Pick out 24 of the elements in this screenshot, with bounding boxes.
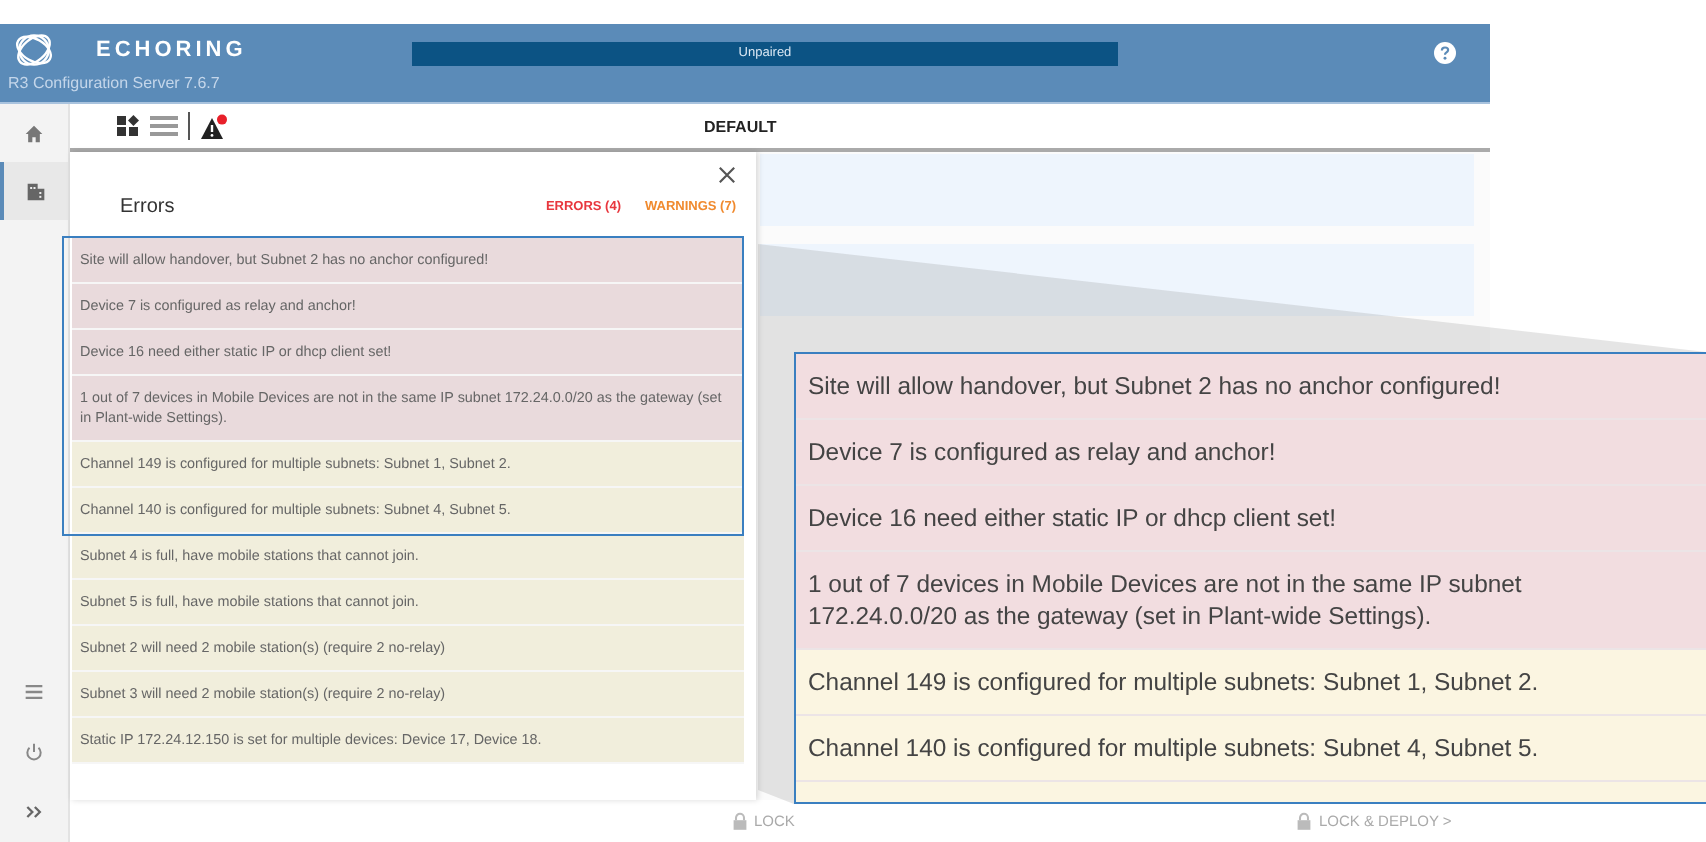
brand-name: ECHORING	[96, 38, 247, 62]
warning-icon[interactable]	[200, 113, 228, 139]
logo-icon	[12, 28, 56, 72]
sidebar-item[interactable]	[0, 162, 68, 220]
list-icon[interactable]	[150, 114, 178, 138]
error-message: Device 16 need either static IP or dhcp client set!	[796, 486, 1706, 552]
help-icon[interactable]	[1434, 42, 1456, 64]
chevrons-right-icon	[24, 802, 44, 822]
lock-icon	[1296, 812, 1313, 830]
building-icon	[26, 181, 46, 201]
home-icon	[24, 123, 44, 143]
warning-message: Channel 149 is configured for multiple subnets: Subnet 1, Subnet 2.	[796, 650, 1706, 716]
panel-title: Errors	[120, 195, 177, 217]
view-title: DEFAULT	[704, 117, 777, 135]
error-message: Site will allow handover, but Subnet 2 has no anchor configured!	[796, 354, 1706, 420]
menu-icon	[24, 682, 44, 702]
app-version: R3 Configuration Server 7.6.7	[8, 74, 222, 92]
lock-icon	[732, 812, 748, 830]
close-icon[interactable]	[718, 166, 736, 184]
grid-icon[interactable]	[116, 114, 140, 138]
error-message: Device 7 is configured as relay and anchor!	[796, 420, 1706, 486]
error-message: 1 out of 7 devices in Mobile Devices are not in the same IP subnet 172.24.0.0/20 as the gateway (set in Plant-wide Settings).	[796, 552, 1706, 650]
warning-message: Channel 140 is configured for multiple subnets: Subnet 4, Subnet 5.	[796, 716, 1706, 782]
power-icon	[24, 742, 44, 762]
